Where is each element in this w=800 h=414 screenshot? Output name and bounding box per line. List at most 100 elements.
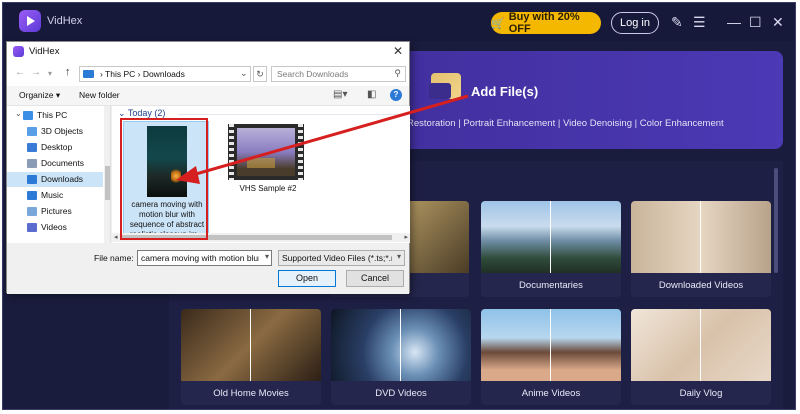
- scrollbar-thumb[interactable]: [105, 166, 110, 200]
- file-name-label: File name:: [94, 253, 134, 263]
- card-thumbnail: [631, 309, 771, 381]
- nav-item-documents[interactable]: Documents: [7, 156, 103, 171]
- card-thumbnail: [331, 309, 471, 381]
- nav-item-label: Downloads: [41, 174, 84, 184]
- chevron-down-icon[interactable]: ⌄: [240, 68, 248, 79]
- menu-icon[interactable]: ☰: [693, 13, 706, 31]
- address-bar[interactable]: › This PC › Downloads ⌄: [79, 66, 251, 82]
- refresh-icon[interactable]: ↻: [253, 66, 267, 82]
- divider: [178, 114, 404, 115]
- nav-item-label: Videos: [41, 222, 67, 232]
- film-strip-icon: [229, 124, 234, 180]
- compare-divider: [550, 201, 551, 273]
- film-strip-icon: [298, 124, 303, 180]
- command-bar: Organize ▾ New folder ▤▾ ◧ ?: [7, 86, 409, 106]
- group-header-label: Today (2): [127, 108, 166, 118]
- search-placeholder: Search Downloads: [277, 69, 349, 79]
- compare-divider: [250, 309, 251, 381]
- download-icon: [27, 175, 37, 184]
- login-button[interactable]: Log in: [611, 12, 659, 34]
- nav-item-videos[interactable]: Videos: [7, 220, 103, 235]
- thumbnail-image: [237, 128, 295, 176]
- help-icon[interactable]: ?: [390, 89, 402, 101]
- new-folder-button[interactable]: New folder: [79, 90, 120, 100]
- nav-item-desktop[interactable]: Desktop: [7, 140, 103, 155]
- file-name-field[interactable]: camera moving with motion blur ▾: [137, 250, 272, 266]
- card-thumbnail: [631, 201, 771, 273]
- cube-icon: [27, 127, 37, 136]
- file-name-value: camera moving with motion blur: [141, 253, 259, 263]
- card-documentaries[interactable]: Documentaries: [481, 201, 621, 297]
- close-icon[interactable]: ✕: [393, 44, 403, 58]
- card-thumbnail: [181, 309, 321, 381]
- maximize-icon[interactable]: ☐: [749, 13, 762, 31]
- compare-divider: [550, 309, 551, 381]
- nav-item-label: 3D Objects: [41, 126, 84, 136]
- nav-item-pictures[interactable]: Pictures: [7, 204, 103, 219]
- close-icon[interactable]: ✕: [772, 13, 784, 31]
- breadcrumb: › This PC › Downloads: [100, 69, 185, 79]
- card-thumbnail: [481, 201, 621, 273]
- nav-item-label: Music: [41, 190, 64, 200]
- nav-item-3d-objects[interactable]: 3D Objects: [7, 124, 103, 139]
- card-label: Documentaries: [519, 280, 583, 291]
- open-file-dialog: VidHex ✕ ← → ▾ ↑ › This PC › Downloads ⌄…: [6, 41, 410, 294]
- card-daily-vlog[interactable]: Daily Vlog: [631, 309, 771, 405]
- card-label: Downloaded Videos: [658, 280, 744, 291]
- card-thumbnail: [481, 309, 621, 381]
- app-title: VidHex: [47, 15, 83, 27]
- vidhex-logo-icon: [13, 46, 24, 57]
- nav-item-this-pc[interactable]: ⌄ This PC: [7, 108, 103, 123]
- app-titlebar: VidHex 🛒 Buy with 20% OFF Log in ✎ ☰ — ☐…: [3, 3, 795, 41]
- scroll-right-icon[interactable]: ▸: [404, 233, 408, 241]
- up-arrow-icon[interactable]: ↑: [65, 66, 71, 78]
- organize-button[interactable]: Organize ▾: [19, 90, 60, 101]
- main-scrollbar[interactable]: [774, 168, 778, 273]
- cancel-button[interactable]: Cancel: [346, 270, 404, 287]
- card-anime-videos[interactable]: Anime Videos: [481, 309, 621, 405]
- vidhex-logo-icon: [19, 10, 41, 32]
- computer-icon: [23, 111, 33, 120]
- scroll-left-icon[interactable]: ◂: [114, 233, 118, 241]
- nav-item-label: Documents: [41, 158, 84, 168]
- chevron-down-icon[interactable]: ▾: [265, 252, 269, 261]
- collapse-chevron-icon: ⌄: [118, 108, 128, 118]
- back-arrow-icon[interactable]: ←: [15, 67, 25, 78]
- expand-chevron-icon[interactable]: ⌄: [15, 109, 22, 118]
- nav-item-label: Desktop: [41, 142, 73, 152]
- view-options-icon[interactable]: ▤▾: [333, 89, 347, 100]
- open-button[interactable]: Open: [278, 270, 336, 287]
- navigation-bar: ← → ▾ ↑ › This PC › Downloads ⌄ ↻ Search…: [7, 62, 409, 86]
- minimize-icon[interactable]: —: [727, 13, 741, 31]
- nav-item-downloads[interactable]: Downloads: [7, 172, 103, 187]
- video-thumbnail: [228, 124, 304, 180]
- compare-divider: [700, 309, 701, 381]
- dialog-titlebar: VidHex ✕: [7, 42, 409, 62]
- file-item[interactable]: VHS Sample #2: [224, 124, 312, 204]
- card-dvd-videos[interactable]: DVD Videos: [331, 309, 471, 405]
- chevron-down-icon: ▾: [396, 252, 401, 261]
- card-downloaded-videos[interactable]: Downloaded Videos: [631, 201, 771, 297]
- card-label: Daily Vlog: [679, 388, 723, 399]
- search-icon: ⚲: [394, 68, 401, 78]
- card-label: Anime Videos: [521, 388, 581, 399]
- buy-discount-button[interactable]: 🛒 Buy with 20% OFF: [491, 11, 601, 35]
- forward-arrow-icon[interactable]: →: [31, 67, 41, 78]
- compare-divider: [700, 201, 701, 273]
- dialog-footer: File name: camera moving with motion blu…: [7, 243, 409, 294]
- recent-chevron-icon[interactable]: ▾: [48, 69, 52, 78]
- filter-value: Supported Video Files (*.ts;*.mt: [282, 253, 392, 263]
- nav-scrollbar[interactable]: [104, 106, 110, 243]
- cart-icon: 🛒: [491, 17, 505, 30]
- highlight-box: [120, 118, 208, 240]
- navigation-pane: ⌄ This PC 3D Objects Desktop Documents D…: [7, 106, 111, 243]
- card-old-home-movies[interactable]: Old Home Movies: [181, 309, 321, 405]
- nav-item-music[interactable]: Music: [7, 188, 103, 203]
- search-input[interactable]: Search Downloads ⚲: [271, 66, 406, 82]
- compare-divider: [400, 309, 401, 381]
- preview-pane-icon[interactable]: ◧: [367, 89, 376, 100]
- feedback-icon[interactable]: ✎: [671, 13, 683, 31]
- file-type-filter[interactable]: Supported Video Files (*.ts;*.mt ▾: [278, 250, 405, 266]
- dialog-title: VidHex: [29, 46, 60, 57]
- nav-item-label: Pictures: [41, 206, 72, 216]
